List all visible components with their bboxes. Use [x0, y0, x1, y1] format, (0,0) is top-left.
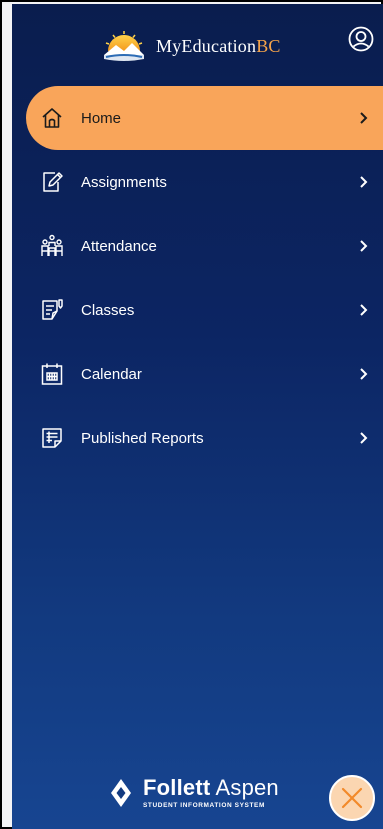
chevron-right-icon: [360, 368, 368, 380]
brand-name: MyEducationBC: [156, 35, 281, 56]
close-icon: [341, 787, 363, 809]
nav-item-home[interactable]: Home: [26, 86, 383, 150]
nav-item-published-reports[interactable]: Published Reports: [12, 406, 383, 470]
nav-item-label: Home: [81, 109, 122, 127]
chevron-right-icon: [360, 432, 368, 444]
class-list-icon: [42, 299, 63, 320]
report-icon: [42, 428, 62, 448]
nav-item-calendar[interactable]: Calendar: [12, 342, 383, 406]
brand: MyEducationBC: [102, 26, 281, 66]
follett-mark-icon: [111, 779, 131, 807]
navigation-drawer: MyEducationBC Home Assignments Attendanc…: [12, 4, 383, 829]
main-nav: Home Assignments Attendance Classes Cale…: [12, 86, 383, 470]
people-group-icon: [41, 234, 63, 256]
calendar-icon: [41, 363, 63, 385]
chevron-right-icon: [360, 112, 368, 124]
follett-aspen-logo: Follett Aspen STUDENT INFORMATION SYSTEM: [109, 777, 279, 809]
nav-item-label: Attendance: [81, 237, 157, 255]
nav-item-label: Calendar: [81, 365, 142, 383]
close-button[interactable]: [329, 775, 375, 821]
nav-item-label: Assignments: [81, 173, 167, 191]
chevron-right-icon: [360, 176, 368, 188]
app-frame: MyEducationBC Home Assignments Attendanc…: [0, 0, 383, 829]
nav-item-label: Classes: [81, 301, 135, 319]
user-circle-icon[interactable]: [348, 26, 374, 52]
footer-brand-text: Follett Aspen STUDENT INFORMATION SYSTEM: [143, 775, 279, 810]
nav-item-attendance[interactable]: Attendance: [12, 214, 383, 278]
house-icon: [42, 108, 62, 128]
chevron-right-icon: [360, 240, 368, 252]
chevron-right-icon: [360, 304, 368, 316]
nav-item-classes[interactable]: Classes: [12, 278, 383, 342]
nav-item-label: Published Reports: [81, 429, 204, 447]
nav-item-assignments[interactable]: Assignments: [12, 150, 383, 214]
edit-document-icon: [43, 172, 63, 192]
mountain-sun-logo: [104, 31, 144, 61]
